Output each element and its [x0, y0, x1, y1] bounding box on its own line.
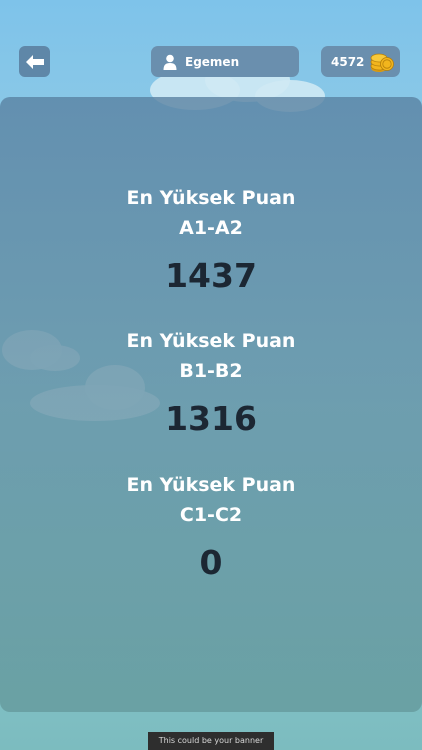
score-level: B1-B2 — [179, 360, 243, 382]
score-block-b1-b2: En Yüksek Puan B1-B2 1316 — [0, 326, 422, 439]
username-badge[interactable]: Egemen — [151, 46, 299, 77]
coin-balance[interactable]: 4572 — [321, 46, 400, 77]
score-title: En Yüksek Puan — [126, 330, 296, 352]
top-bar: Egemen 4572 — [0, 46, 422, 78]
score-title: En Yüksek Puan — [126, 187, 296, 209]
back-button[interactable] — [19, 46, 50, 77]
score-value: 1316 — [165, 399, 257, 438]
score-block-c1-c2: En Yüksek Puan C1-C2 0 — [0, 470, 422, 583]
coin-count: 4572 — [331, 54, 365, 69]
user-icon — [163, 54, 177, 70]
high-scores-panel: En Yüksek Puan A1-A2 1437 En Yüksek Puan… — [0, 97, 422, 712]
username-label: Egemen — [185, 54, 240, 69]
arrow-left-icon — [25, 54, 44, 69]
score-title: En Yüksek Puan — [126, 474, 296, 496]
score-level: C1-C2 — [179, 504, 243, 526]
score-level: A1-A2 — [179, 217, 243, 239]
score-value: 1437 — [165, 256, 257, 295]
score-value: 0 — [199, 543, 223, 582]
ad-banner[interactable]: This could be your banner — [148, 732, 274, 750]
coin-stack-icon — [371, 53, 395, 72]
score-block-a1-a2: En Yüksek Puan A1-A2 1437 — [0, 183, 422, 296]
